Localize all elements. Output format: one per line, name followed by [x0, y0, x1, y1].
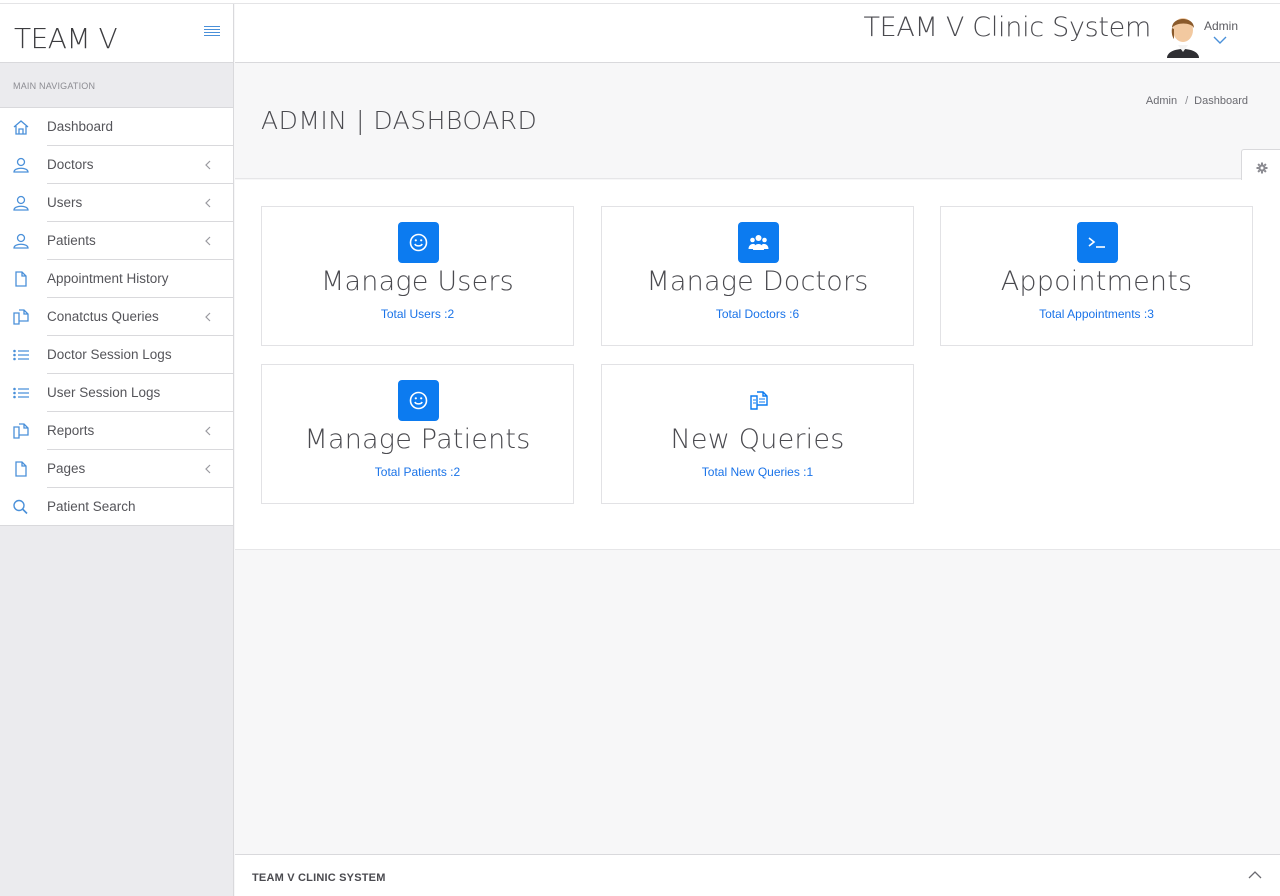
breadcrumb-separator: /: [1185, 95, 1189, 107]
sidebar-item-contactus-queries[interactable]: Conatctus Queries: [0, 298, 233, 336]
user-icon: [13, 157, 29, 173]
chevron-left-icon[interactable]: [202, 197, 214, 209]
badge: [398, 380, 439, 421]
sidebar-item-users[interactable]: Users: [0, 184, 233, 222]
breadcrumb-item-dashboard: Dashboard: [1194, 95, 1248, 107]
sidebar-item-label: User Session Logs: [47, 385, 161, 400]
card-title: Manage Doctors: [646, 266, 869, 297]
top-header: TEAM V Clinic System Admin: [235, 4, 1280, 63]
card-count-link[interactable]: Total Users :2: [262, 307, 573, 321]
card-title: Manage Users: [321, 266, 514, 297]
card-title: New Queries: [670, 424, 845, 455]
sidebar: TEAM V MAIN NAVIGATION Dashboard Doctors…: [0, 4, 234, 896]
sidebar-item-doctors[interactable]: Doctors: [0, 146, 233, 184]
chevron-left-icon[interactable]: [202, 425, 214, 437]
badge: [738, 380, 779, 421]
terminal-icon: [1088, 237, 1105, 248]
sidebar-item-label: Patients: [47, 233, 96, 248]
card-manage-patients[interactable]: Manage Patients Total Patients :2: [261, 364, 574, 504]
sidebar-item-patients[interactable]: Patients: [0, 222, 233, 260]
files-icon: [13, 309, 29, 325]
file-icon: [15, 271, 27, 287]
card-count-link[interactable]: Total Appointments :3: [941, 307, 1252, 321]
main-nav: Dashboard Doctors Users Patients Appoint…: [0, 108, 233, 526]
sidebar-item-label: Pages: [47, 461, 86, 476]
footer: TEAM V CLINIC SYSTEM: [235, 854, 1280, 896]
sidebar-item-dashboard[interactable]: Dashboard: [0, 108, 233, 146]
sidebar-item-label: Patient Search: [47, 499, 136, 514]
users-group-icon: [748, 235, 769, 250]
sidebar-item-pages[interactable]: Pages: [0, 450, 233, 488]
sidebar-item-appointment-history[interactable]: Appointment History: [0, 260, 233, 298]
breadcrumb-item-admin[interactable]: Admin: [1146, 95, 1177, 107]
sidebar-item-label: Dashboard: [47, 119, 114, 134]
gear-icon: [1256, 162, 1268, 174]
nav-heading: MAIN NAVIGATION: [0, 63, 233, 108]
sidebar-item-reports[interactable]: Reports: [0, 412, 233, 450]
badge: [398, 222, 439, 263]
files-icon: [13, 423, 29, 439]
user-icon: [13, 233, 29, 249]
card-count-link[interactable]: Total Patients :2: [262, 465, 573, 479]
page-titlebar: ADMIN | DASHBOARD Admin / Dashboard: [235, 64, 1280, 179]
sidebar-item-label: Appointment History: [47, 271, 169, 286]
card-count-link[interactable]: Total New Queries :1: [602, 465, 913, 479]
card-title: Appointments: [1000, 266, 1193, 297]
card-appointments[interactable]: Appointments Total Appointments :3: [940, 206, 1253, 346]
chevron-down-icon[interactable]: [1213, 35, 1227, 45]
page-title: ADMIN | DASHBOARD: [261, 106, 538, 135]
card-manage-users[interactable]: Manage Users Total Users :2: [261, 206, 574, 346]
chevron-left-icon[interactable]: [202, 235, 214, 247]
chevron-up-icon[interactable]: [1247, 870, 1263, 880]
sidebar-item-label: Reports: [47, 423, 95, 438]
sidebar-item-label: Doctor Session Logs: [47, 347, 172, 362]
list-icon: [13, 387, 29, 399]
badge: [1077, 222, 1118, 263]
file-icon: [15, 461, 27, 477]
user-name[interactable]: Admin: [1204, 19, 1238, 33]
badge: [738, 222, 779, 263]
card-title: Manage Patients: [304, 424, 531, 455]
chevron-left-icon[interactable]: [202, 159, 214, 171]
chevron-left-icon[interactable]: [202, 463, 214, 475]
card-new-queries[interactable]: New Queries Total New Queries :1: [601, 364, 914, 504]
sidebar-item-label: Doctors: [47, 157, 94, 172]
card-count-link[interactable]: Total Doctors :6: [602, 307, 913, 321]
sidebar-item-doctor-session-logs[interactable]: Doctor Session Logs: [0, 336, 233, 374]
list-icon: [13, 349, 29, 361]
sidebar-item-patient-search[interactable]: Patient Search: [0, 488, 233, 526]
brand-logo[interactable]: TEAM V: [14, 22, 118, 55]
sidebar-item-user-session-logs[interactable]: User Session Logs: [0, 374, 233, 412]
home-icon: [13, 120, 29, 135]
app-title: TEAM V Clinic System: [863, 12, 1151, 43]
brand-bar: TEAM V: [0, 4, 233, 63]
search-icon: [13, 499, 28, 515]
avatar[interactable]: [1163, 12, 1203, 58]
card-manage-doctors[interactable]: Manage Doctors Total Doctors :6: [601, 206, 914, 346]
breadcrumb: Admin / Dashboard: [1146, 95, 1248, 107]
smile-icon: [409, 233, 428, 252]
chevron-left-icon[interactable]: [202, 311, 214, 323]
footer-text: TEAM V CLINIC SYSTEM: [252, 872, 386, 884]
hamburger-menu-icon[interactable]: [204, 26, 220, 38]
sidebar-item-label: Conatctus Queries: [47, 309, 159, 324]
smile-icon: [409, 391, 428, 410]
user-icon: [13, 195, 29, 211]
files-icon: [750, 391, 768, 410]
sidebar-item-label: Users: [47, 195, 83, 210]
